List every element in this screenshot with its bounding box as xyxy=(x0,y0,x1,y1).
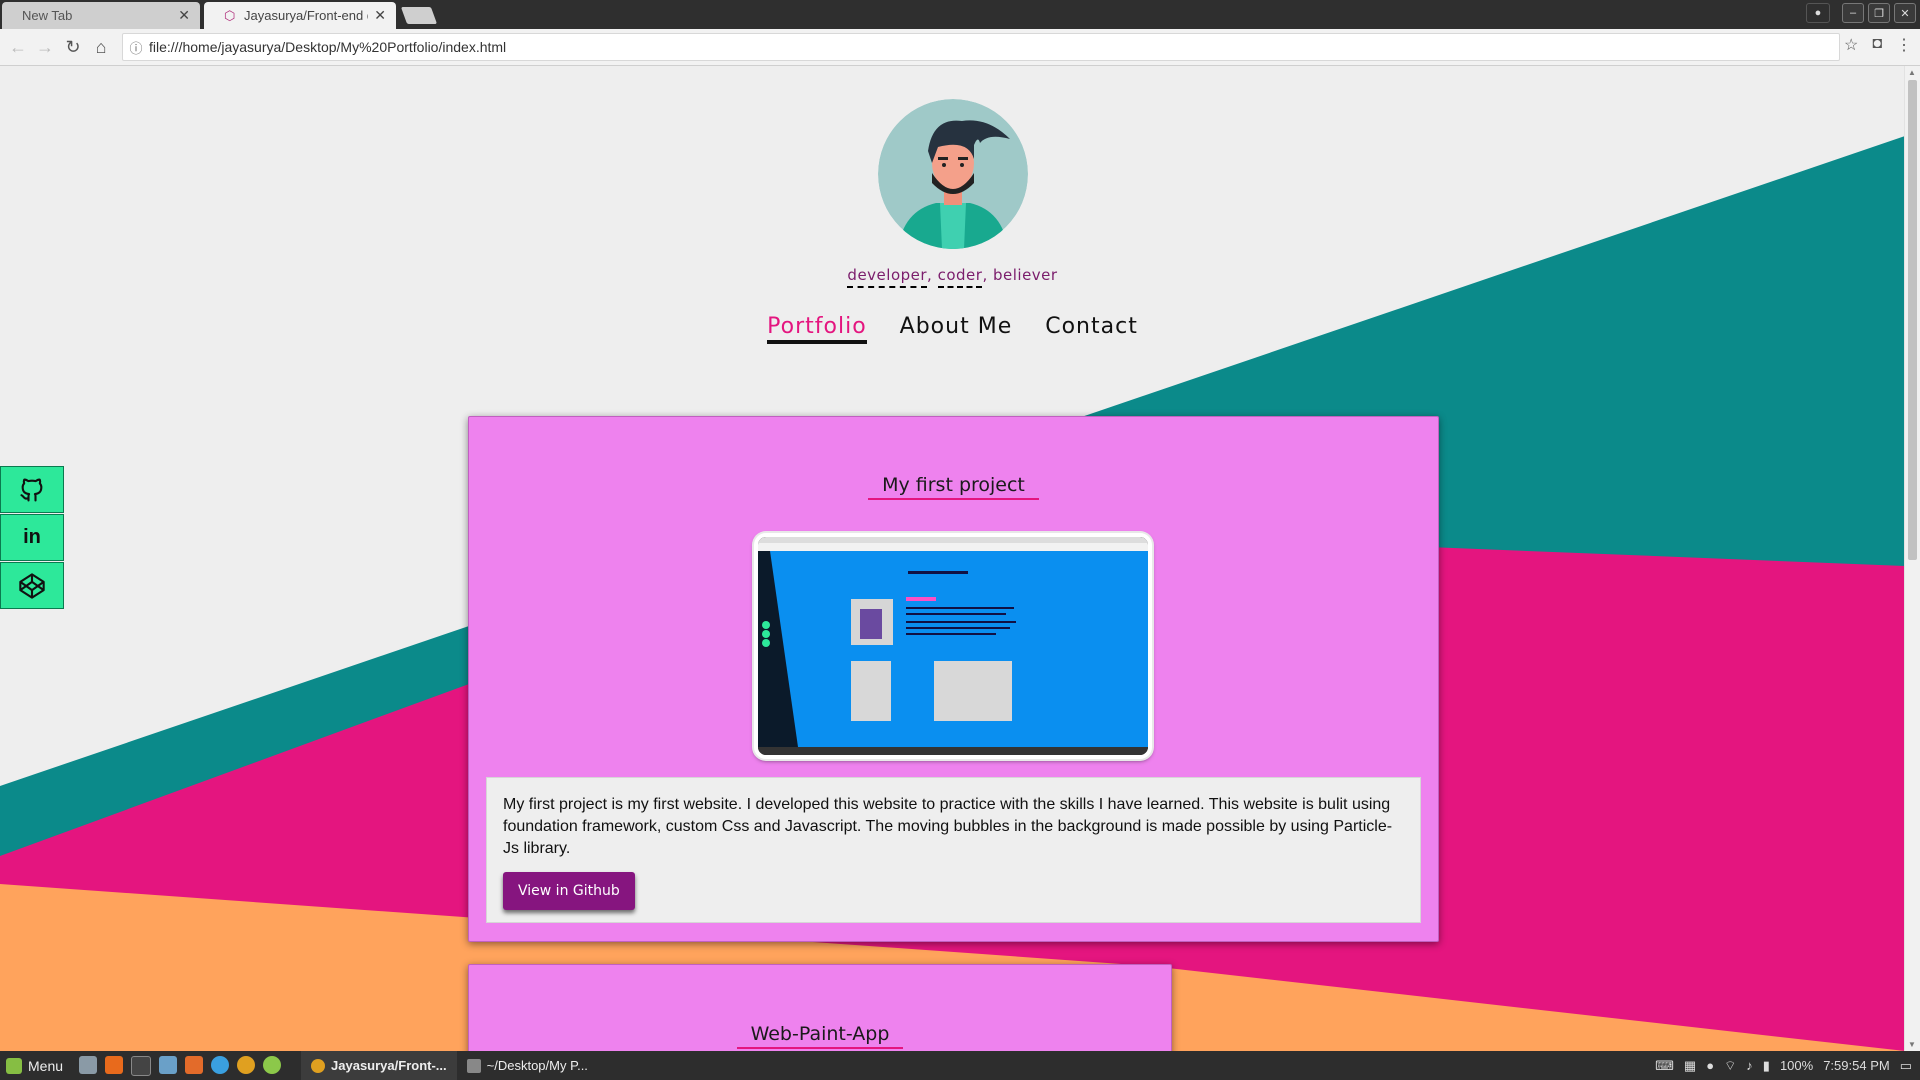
show-desktop-icon[interactable] xyxy=(79,1055,98,1074)
tagline-word: believer xyxy=(992,266,1058,284)
battery-percent: 100% xyxy=(1779,1058,1814,1073)
scroll-up-icon[interactable]: ▲ xyxy=(1908,68,1916,77)
task-chrome[interactable]: Jayasurya/Front-... xyxy=(301,1051,457,1080)
social-sidebar: in xyxy=(0,466,64,610)
project-card: Web-Paint-App xyxy=(468,964,1172,1051)
address-bar[interactable]: ⓘ file:///home/jayasurya/Desktop/My%20Po… xyxy=(122,33,1840,61)
codepen-favicon-icon: ⬡ xyxy=(224,7,236,23)
project-card: My first project My first project is my … xyxy=(468,416,1439,942)
codepen-icon xyxy=(19,572,45,599)
bookmark-star-icon[interactable]: ☆ xyxy=(1844,35,1858,55)
new-tab-button[interactable] xyxy=(400,7,438,24)
window-controls: ● – ❐ ✕ xyxy=(1806,3,1916,23)
wifi-icon[interactable]: ⌔ xyxy=(1724,1058,1736,1074)
user-icon[interactable]: ● xyxy=(1706,1058,1714,1073)
pocket-icon[interactable]: ◘ xyxy=(1872,35,1882,55)
terminal-icon[interactable] xyxy=(131,1055,152,1076)
minimize-button[interactable]: – xyxy=(1842,3,1864,23)
chrome-icon[interactable] xyxy=(237,1055,256,1074)
project-title: My first project xyxy=(469,474,1438,500)
profile-icon[interactable]: ● xyxy=(1806,3,1830,23)
quick-launch xyxy=(79,1055,282,1076)
home-icon[interactable]: ⌂ xyxy=(89,35,113,59)
keyboard-icon[interactable]: ⌨ xyxy=(1655,1058,1674,1074)
url-text: file:///home/jayasurya/Desktop/My%20Port… xyxy=(149,39,507,55)
show-desktop-icon[interactable]: ▭ xyxy=(1900,1058,1912,1074)
tagline: developer, coder, believer xyxy=(0,266,1905,288)
app-icon[interactable] xyxy=(263,1055,282,1074)
screenshot-image xyxy=(758,537,1148,755)
sublime-icon[interactable] xyxy=(185,1055,204,1074)
chrome-icon xyxy=(311,1058,326,1073)
nav-contact[interactable]: Contact xyxy=(1045,314,1138,344)
toolbar-actions: ☆ ◘ ⋮ xyxy=(1844,35,1912,55)
info-icon[interactable]: ⓘ xyxy=(123,38,149,57)
tab-title: Jayasurya/Front-end de xyxy=(244,8,369,23)
project-title-text: Web-Paint-App xyxy=(736,1023,904,1049)
app-icon[interactable] xyxy=(211,1055,230,1074)
firefox-icon[interactable] xyxy=(105,1055,124,1074)
nav-portfolio[interactable]: Portfolio xyxy=(767,314,867,344)
files-icon[interactable] xyxy=(159,1055,178,1074)
project-title: Web-Paint-App xyxy=(469,1023,1171,1049)
screenshot-illustration xyxy=(758,537,1148,755)
scroll-down-icon[interactable]: ▼ xyxy=(1908,1040,1916,1049)
project-screenshot[interactable] xyxy=(754,533,1152,759)
tagline-word: developer xyxy=(847,266,928,288)
start-menu-button[interactable]: Menu xyxy=(0,1057,71,1074)
tab-new-tab[interactable]: New Tab ✕ xyxy=(2,2,200,29)
tagline-separator: , xyxy=(982,266,993,284)
project-description: My first project is my first website. I … xyxy=(503,796,1393,857)
browser-tab-bar: New Tab ✕ ⬡ Jayasurya/Front-end de ✕ ● –… xyxy=(0,0,1920,29)
tab-portfolio[interactable]: ⬡ Jayasurya/Front-end de ✕ xyxy=(204,2,396,29)
codepen-link[interactable] xyxy=(0,562,64,609)
folder-icon xyxy=(466,1058,481,1073)
forward-icon[interactable]: → xyxy=(33,35,57,59)
github-link[interactable] xyxy=(0,466,64,513)
task-label: Jayasurya/Front-... xyxy=(331,1058,447,1073)
task-files[interactable]: ~/Desktop/My P... xyxy=(457,1051,598,1080)
taskbar: Menu Jayasurya/Front-... ~/Desktop/My P.… xyxy=(0,1051,1920,1080)
tagline-separator: , xyxy=(927,266,938,284)
menu-dots-icon[interactable]: ⋮ xyxy=(1896,35,1912,55)
reload-icon[interactable]: ↻ xyxy=(61,35,85,59)
scroll-thumb[interactable] xyxy=(1908,80,1917,560)
project-title-text: My first project xyxy=(868,474,1039,500)
close-window-button[interactable]: ✕ xyxy=(1894,3,1916,23)
scrollbar[interactable]: ▲ ▼ xyxy=(1904,66,1920,1051)
volume-icon[interactable]: ♪ xyxy=(1746,1058,1753,1073)
close-icon[interactable]: ✕ xyxy=(178,7,190,24)
browser-toolbar: ← → ↻ ⌂ ⓘ file:///home/jayasurya/Desktop… xyxy=(0,29,1920,66)
linkedin-icon: in xyxy=(23,526,41,548)
restore-button[interactable]: ❐ xyxy=(1868,3,1890,23)
page-viewport: developer, coder, believer Portfolio Abo… xyxy=(0,66,1920,1051)
nav-about-me[interactable]: About Me xyxy=(900,314,1013,344)
task-label: ~/Desktop/My P... xyxy=(486,1058,588,1073)
linkedin-link[interactable]: in xyxy=(0,514,64,561)
main-nav: Portfolio About Me Contact xyxy=(0,314,1905,344)
mint-logo-icon xyxy=(6,1057,22,1074)
menu-label: Menu xyxy=(28,1057,64,1074)
view-in-github-button[interactable]: View in Github xyxy=(503,872,635,910)
tab-title: New Tab xyxy=(22,8,73,23)
clock[interactable]: 7:59:54 PM xyxy=(1823,1058,1890,1073)
close-icon[interactable]: ✕ xyxy=(374,7,386,24)
back-icon[interactable]: ← xyxy=(6,35,30,59)
battery-icon[interactable]: ▮ xyxy=(1763,1058,1770,1074)
calendar-icon[interactable]: ▦ xyxy=(1684,1058,1696,1074)
tagline-word: coder xyxy=(937,266,983,288)
github-icon xyxy=(20,478,43,502)
project-description-box: My first project is my first website. I … xyxy=(486,777,1421,923)
system-tray: ⌨ ▦ ● ⌔ ♪ ▮ 100% 7:59:54 PM ▭ xyxy=(1655,1058,1920,1074)
avatar xyxy=(878,99,1028,249)
